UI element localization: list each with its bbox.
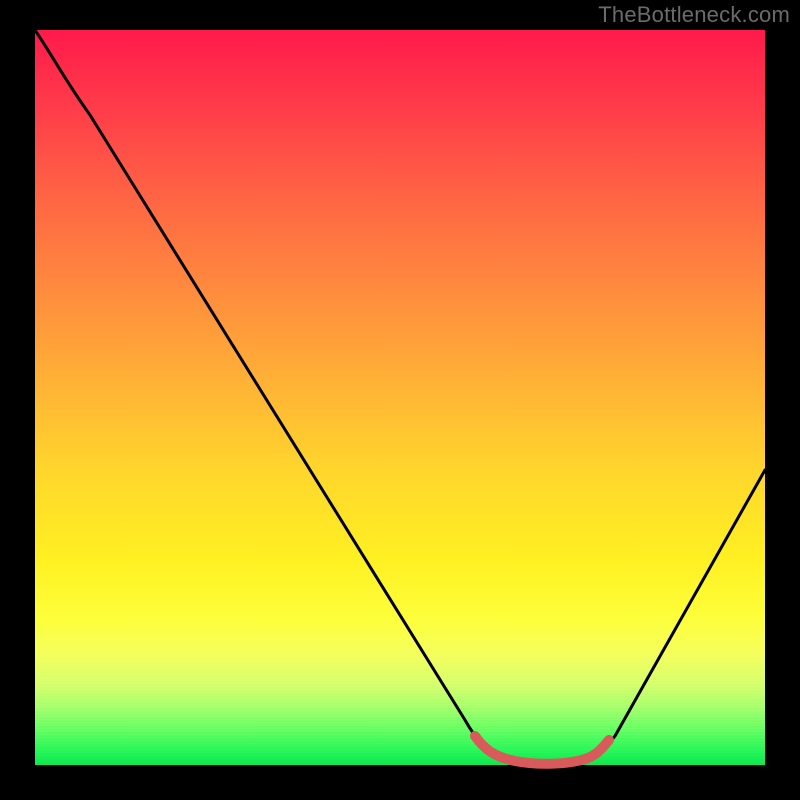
watermark-text: TheBottleneck.com — [598, 2, 790, 28]
optimal-range-highlight — [475, 736, 609, 764]
plot-area — [35, 30, 765, 765]
chart-frame: TheBottleneck.com — [0, 0, 800, 800]
bottleneck-curve — [35, 30, 765, 763]
curve-svg — [35, 30, 765, 765]
